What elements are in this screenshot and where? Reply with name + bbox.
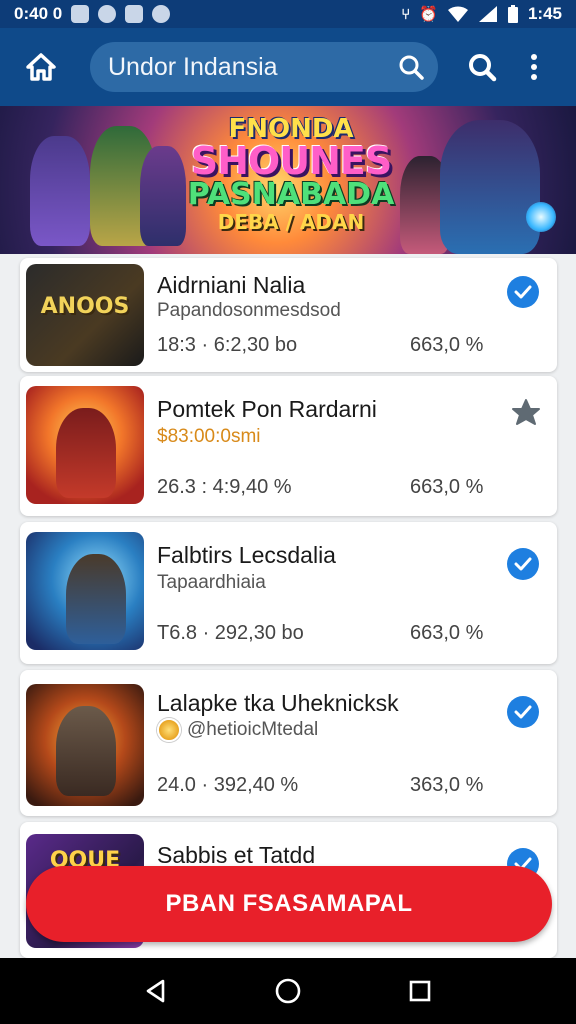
subtitle-text: $83:00:0smi [157, 426, 261, 447]
coin-icon [157, 718, 181, 742]
search-query: Undor Indansia [108, 52, 278, 81]
banner-hero-figure [440, 120, 540, 254]
search-icon [469, 54, 497, 82]
subtitle-text: Papandosonmesdsod [157, 300, 341, 321]
back-button[interactable] [136, 971, 176, 1011]
home-circle-icon [275, 978, 301, 1004]
compass-icon [152, 5, 171, 23]
verified-badge [507, 276, 539, 308]
game-stat-primary: 24.0 · 392,40 % [157, 774, 299, 796]
primary-action-button[interactable]: PBAN FSASAMAPAL [26, 866, 552, 942]
app-bar: Undor Indansia [0, 28, 576, 106]
banner-title: FNONDA SHOUNES PASNABADA DEBA / ADAN [186, 116, 396, 232]
subtitle-text: @hetioicMtedal [187, 719, 319, 740]
game-stat-percent: 663,0 % [410, 476, 484, 498]
search-button[interactable] [460, 42, 504, 92]
back-icon [146, 979, 165, 1003]
search-input[interactable]: Undor Indansia [90, 42, 438, 92]
battery-icon [507, 5, 518, 23]
home-button[interactable] [16, 42, 66, 92]
thumbnail-label: ANOOS [40, 294, 130, 319]
promo-banner[interactable]: FNONDA SHOUNES PASNABADA DEBA / ADAN [0, 106, 576, 254]
recents-icon [409, 980, 431, 1002]
game-stat-primary: T6.8 · 292,30 bo [157, 622, 304, 644]
more-options-button[interactable] [512, 42, 556, 92]
game-stat-primary: 18:3 · 6:2,30 bo [157, 334, 298, 356]
banner-energy-orb [526, 202, 556, 232]
list-item[interactable]: ANOOS Aidrniani Nalia Papandosonmesdsod … [20, 258, 557, 372]
more-vert-icon [531, 54, 537, 80]
signal-icon [478, 6, 497, 22]
verified-badge [507, 696, 539, 728]
game-stat-percent: 663,0 % [410, 622, 484, 644]
banner-title-line: DEBA / ADAN [217, 210, 365, 234]
check-icon [514, 705, 532, 719]
subtitle-text: Tapaardhiaia [157, 572, 266, 593]
game-subtitle: $83:00:0smi [157, 426, 261, 448]
home-icon [26, 53, 56, 81]
list-item[interactable]: Falbtirs Lecsdalia Tapaardhiaia T6.8 · 2… [20, 522, 557, 664]
status-bar: 0:40 0 ⑂ ⏰ 1:45 [0, 0, 576, 28]
banner-title-line: SHOUNES [190, 139, 392, 183]
wifi-icon [447, 6, 468, 23]
verified-badge [507, 548, 539, 580]
chrome-icon [98, 5, 117, 23]
game-subtitle: Tapaardhiaia [157, 572, 266, 594]
game-stat-percent: 363,0 % [410, 774, 484, 796]
thumbnail-character [56, 706, 116, 796]
banner-title-line: PASNABADA [187, 177, 395, 212]
check-icon [514, 285, 532, 299]
alarm-icon: ⏰ [419, 5, 438, 23]
game-stat-percent: 663,0 % [410, 334, 484, 356]
game-title: Lalapke tka Uheknicksk [157, 690, 399, 716]
game-title: Pomtek Pon Rardarni [157, 396, 377, 422]
search-icon [399, 55, 424, 80]
game-title: Aidrniani Nalia [157, 272, 306, 298]
status-left: 0:40 0 [14, 4, 171, 24]
bluetooth-icon: ⑂ [401, 5, 411, 23]
thumbnail-character [66, 554, 126, 644]
game-subtitle: @hetioicMtedal [157, 718, 318, 742]
game-title: Falbtirs Lecsdalia [157, 542, 336, 568]
game-stat-primary: 26.3 : 4:9,40 % [157, 476, 292, 498]
status-clock: 1:45 [527, 4, 562, 23]
gallery-icon [71, 5, 90, 23]
check-icon [514, 557, 532, 571]
status-right: ⑂ ⏰ 1:45 [401, 4, 562, 24]
game-subtitle: Papandosonmesdsod [157, 300, 341, 322]
game-thumbnail [26, 386, 144, 504]
system-nav-bar [0, 958, 576, 1024]
favorite-badge[interactable] [511, 398, 541, 431]
game-thumbnail: ANOOS [26, 264, 144, 366]
star-icon [512, 399, 540, 425]
recents-button[interactable] [400, 971, 440, 1011]
game-thumbnail [26, 532, 144, 650]
status-time: 0:40 0 [14, 4, 63, 23]
banner-hero-figure [140, 146, 186, 246]
game-thumbnail [26, 684, 144, 806]
banner-hero-figure [30, 136, 90, 246]
list-item[interactable]: Lalapke tka Uheknicksk @hetioicMtedal 24… [20, 670, 557, 816]
home-nav-button[interactable] [268, 971, 308, 1011]
list-item[interactable]: Pomtek Pon Rardarni $83:00:0smi 26.3 : 4… [20, 376, 557, 516]
image-icon [125, 5, 144, 23]
thumbnail-character [56, 408, 116, 498]
game-title: Sabbis et Tatdd [157, 842, 316, 868]
